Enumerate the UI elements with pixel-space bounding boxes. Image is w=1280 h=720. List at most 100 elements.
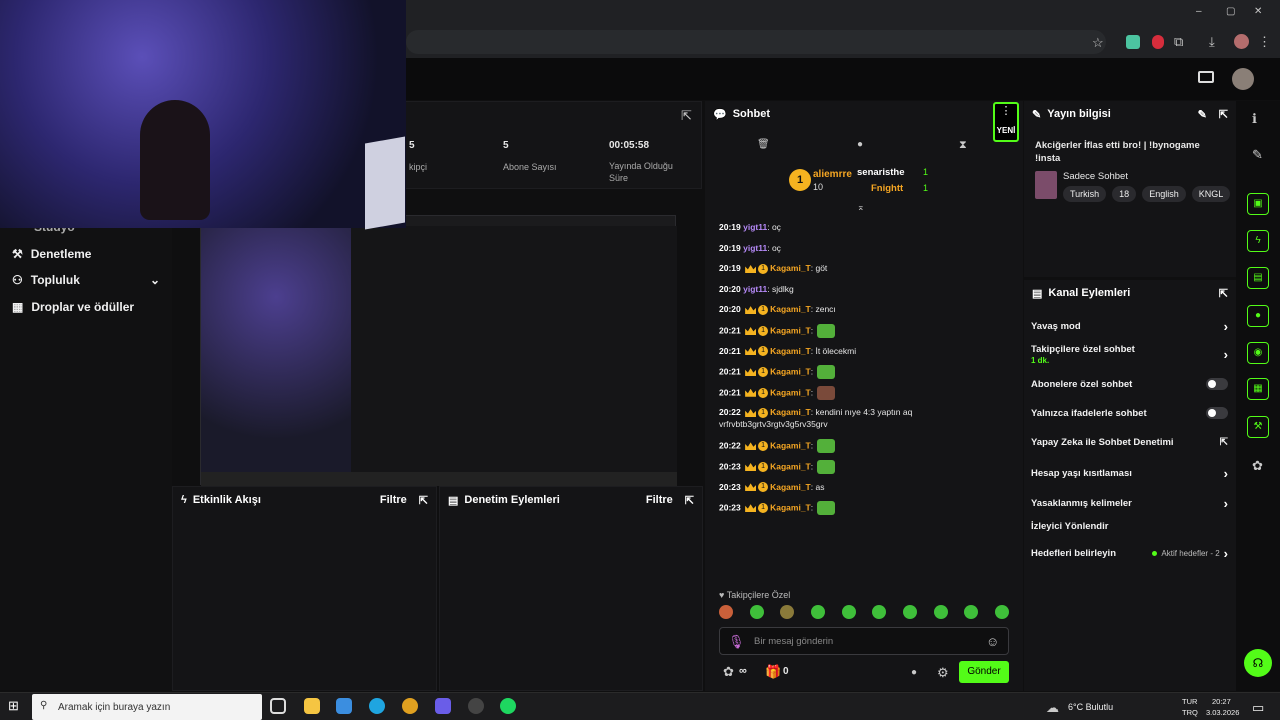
- toggle-switch[interactable]: [1206, 407, 1228, 419]
- rail-button-tools[interactable]: ⚒: [1247, 416, 1269, 438]
- chat-bubble-icon[interactable]: ●: [857, 137, 863, 153]
- rail-button-camera[interactable]: ▣: [1247, 193, 1269, 215]
- leaderboard-third-name[interactable]: Fnightt: [871, 183, 903, 194]
- pen-icon[interactable]: ✎: [1252, 147, 1263, 163]
- channel-action-row[interactable]: Hedefleri belirleyin Aktif hedefler - 2 ›: [1031, 546, 1228, 561]
- chat-input-placeholder[interactable]: Bir mesaj gönderin: [754, 636, 833, 647]
- download-icon[interactable]: ⤓: [1209, 34, 1215, 50]
- emote-image[interactable]: [817, 439, 836, 454]
- hourglass-icon[interactable]: ⧗: [959, 137, 967, 153]
- leaderboard-second-name[interactable]: senaristhe: [857, 167, 905, 178]
- taskbar-search[interactable]: ⚲ Aramak için buraya yazın: [32, 694, 262, 720]
- chat-settings-bubble-icon[interactable]: ●: [911, 665, 917, 681]
- emote-image[interactable]: [817, 460, 836, 474]
- message-username[interactable]: Kagami_T: [770, 407, 811, 417]
- chat-message[interactable]: 20:23 1 Kagami_T:: [719, 501, 1019, 516]
- gear-icon[interactable]: ⚙: [937, 665, 949, 681]
- emote-shortcut[interactable]: [964, 605, 979, 619]
- rail-button-doc[interactable]: ▤: [1247, 267, 1269, 289]
- message-username[interactable]: Kagami_T: [770, 482, 811, 492]
- chat-message[interactable]: 20:20 1 Kagami_T: zencı: [719, 303, 1019, 316]
- minimize-icon[interactable]: –: [1196, 4, 1202, 20]
- puzzle-icon[interactable]: ⧉: [1174, 34, 1183, 50]
- rail-button-chat[interactable]: ●: [1247, 305, 1269, 327]
- stream-preview[interactable]: [200, 215, 677, 486]
- emote-shortcut[interactable]: [749, 605, 764, 619]
- emote-shortcut[interactable]: [994, 605, 1009, 619]
- help-button[interactable]: ☊: [1244, 649, 1272, 677]
- message-username[interactable]: Kagami_T: [770, 366, 811, 376]
- channel-action-row[interactable]: Yalnızca ifadelerle sohbet: [1031, 407, 1228, 419]
- chat-message[interactable]: 20:21 1 Kagami_T:: [719, 385, 1019, 400]
- message-username[interactable]: Kagami_T: [770, 387, 811, 397]
- message-username[interactable]: Kagami_T: [770, 461, 811, 471]
- chat-menu-button[interactable]: ⋮ YENİ: [993, 102, 1019, 142]
- toggle-switch[interactable]: [1206, 378, 1228, 390]
- category-name[interactable]: Sadece Sohbet: [1063, 171, 1128, 182]
- microphone-icon[interactable]: 🎙: [728, 634, 745, 650]
- file-explorer-icon[interactable]: [304, 698, 320, 714]
- channel-action-row[interactable]: Yasaklanmış kelimeler ›: [1031, 496, 1228, 511]
- emote-image[interactable]: [817, 501, 836, 516]
- points-rail-icon[interactable]: ✿: [1252, 458, 1263, 474]
- emote-shortcut[interactable]: [719, 605, 733, 619]
- sidebar-item-drops[interactable]: ▦ Droplar ve ödüller: [12, 300, 134, 314]
- channel-action-row[interactable]: Yapay Zeka ile Sohbet Denetimi ⇱: [1031, 437, 1228, 448]
- chrome-icon[interactable]: [402, 698, 418, 714]
- chat-message[interactable]: 20:22 1 Kagami_T:: [719, 439, 1019, 454]
- popout-icon[interactable]: ⇱: [1219, 287, 1228, 300]
- chat-message[interactable]: 20:21 1 Kagami_T: İt ölecekmi: [719, 345, 1019, 357]
- channel-action-row[interactable]: İzleyici Yönlendir: [1031, 521, 1228, 532]
- message-username[interactable]: yigt11: [743, 222, 767, 232]
- message-username[interactable]: Kagami_T: [770, 441, 811, 451]
- stream-tag[interactable]: Turkish: [1063, 186, 1107, 202]
- store-icon[interactable]: [336, 698, 352, 714]
- chat-message[interactable]: 20:20 yigt11: sjdlkg: [719, 283, 1019, 295]
- language-indicator[interactable]: TUR: [1182, 697, 1197, 706]
- emote-shortcut[interactable]: [872, 605, 887, 619]
- extension-red-icon[interactable]: [1152, 35, 1164, 49]
- stream-tag[interactable]: English: [1142, 186, 1186, 202]
- clock-date[interactable]: 3.03.2026: [1206, 708, 1239, 717]
- rail-button-layout[interactable]: ▦: [1247, 378, 1269, 400]
- more-menu-icon[interactable]: ⋮: [1258, 34, 1271, 50]
- address-bar[interactable]: [406, 30, 1106, 54]
- user-avatar[interactable]: [1232, 68, 1254, 90]
- stream-tag[interactable]: 18: [1112, 186, 1137, 202]
- windows-start-icon[interactable]: ⊞: [8, 698, 19, 714]
- extension-icon[interactable]: [1126, 35, 1140, 49]
- notification-icon[interactable]: ▭: [1252, 700, 1264, 716]
- maximize-icon[interactable]: ▢: [1226, 4, 1235, 20]
- edge-icon[interactable]: [369, 698, 385, 714]
- popout-icon[interactable]: ⇱: [419, 494, 428, 507]
- popout-icon[interactable]: ⇱: [1219, 108, 1228, 121]
- chat-message[interactable]: 20:22 1 Kagami_T: kendini nıye 4:3 yaptın…: [719, 406, 1019, 430]
- taskbar-search-placeholder[interactable]: Aramak için buraya yazın: [58, 702, 170, 713]
- channel-action-row[interactable]: Yavaş mod ›: [1031, 319, 1228, 334]
- leaderboard-top-name[interactable]: aliemrre: [813, 169, 852, 180]
- info-icon[interactable]: ℹ: [1252, 111, 1257, 127]
- chat-message[interactable]: 20:21 1 Kagami_T:: [719, 365, 1019, 380]
- task-view-icon[interactable]: [270, 698, 286, 714]
- message-username[interactable]: Kagami_T: [770, 346, 811, 356]
- weather-text[interactable]: 6°C Bulutlu: [1068, 702, 1113, 712]
- message-username[interactable]: Kagami_T: [770, 325, 811, 335]
- message-username[interactable]: yigt11: [743, 243, 767, 253]
- chat-message[interactable]: 20:23 1 Kagami_T:: [719, 460, 1019, 474]
- channel-action-row[interactable]: Takipçilere özel sohbet 1 dk. ›: [1031, 344, 1228, 365]
- close-icon[interactable]: ✕: [1254, 4, 1262, 20]
- chat-input-box[interactable]: 🎙 Bir mesaj gönderin ☺: [719, 627, 1009, 655]
- chat-message[interactable]: 20:19 1 Kagami_T: göt: [719, 262, 1019, 274]
- theater-mode-icon[interactable]: [1198, 71, 1214, 83]
- collapse-icon[interactable]: ⌅: [857, 199, 865, 215]
- message-username[interactable]: Kagami_T: [770, 304, 811, 314]
- emote-image[interactable]: [817, 385, 836, 400]
- emote-shortcut[interactable]: [902, 605, 917, 619]
- gift-box-icon[interactable]: 🎁: [765, 664, 781, 680]
- discord-icon[interactable]: [435, 698, 451, 714]
- spotify-icon[interactable]: [500, 698, 516, 714]
- points-icon[interactable]: ✿: [723, 664, 734, 680]
- chat-message[interactable]: 20:21 1 Kagami_T:: [719, 324, 1019, 338]
- emote-image[interactable]: [817, 324, 836, 338]
- moderation-filter-button[interactable]: Filtre: [646, 494, 673, 506]
